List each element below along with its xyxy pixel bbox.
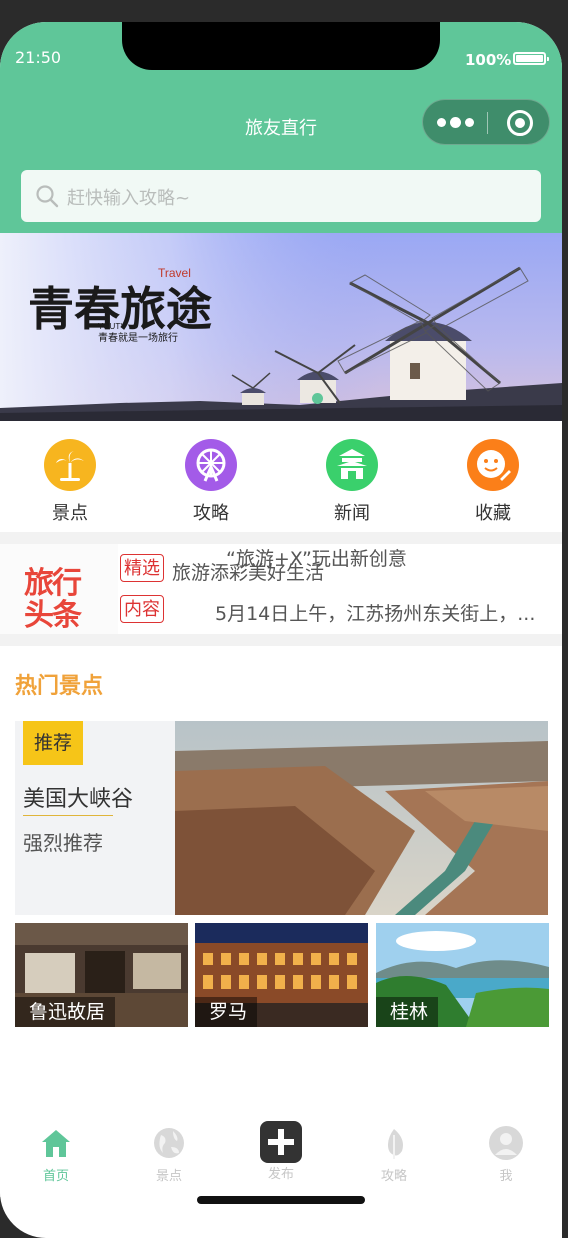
plus-icon: [260, 1121, 302, 1163]
spot-thumb-luxun[interactable]: 鲁迅故居: [15, 923, 188, 1027]
underline: [23, 815, 113, 816]
thumb-label: 鲁迅故居: [15, 997, 116, 1027]
news-tag: 内容: [120, 595, 164, 623]
tab-label: 我: [499, 1169, 513, 1184]
featured-spot-subtitle: 强烈推荐: [23, 831, 103, 855]
target-icon[interactable]: [507, 110, 533, 136]
category-news[interactable]: 新闻: [302, 439, 402, 525]
spot-thumb-guilin[interactable]: 桂林: [376, 923, 549, 1027]
featured-spot-card[interactable]: 推荐 美国大峡谷 强烈推荐: [15, 721, 548, 915]
smiley-pen-icon: [467, 439, 519, 491]
globe-icon: [151, 1125, 187, 1161]
tab-publish[interactable]: 发布: [241, 1121, 321, 1182]
tab-home[interactable]: 首页: [16, 1125, 96, 1184]
battery-percent: 100%: [465, 51, 512, 69]
category-grid: 景点 攻略 新闻 收藏: [0, 421, 562, 531]
user-avatar-icon: [488, 1125, 524, 1161]
category-label: 新闻: [334, 503, 370, 524]
divider: [0, 532, 562, 544]
news-headline[interactable]: 5月14日上午，江苏扬州东关街上，...: [215, 599, 535, 626]
section-title: 热门景点: [15, 674, 104, 699]
search-icon: [36, 185, 59, 208]
divider: [0, 634, 562, 646]
carousel-indicator-dot[interactable]: [312, 393, 323, 404]
tab-guide[interactable]: 攻略: [354, 1125, 434, 1184]
banner-image: 青春旅途 Travel YOUTY 青春就是一场旅行: [0, 233, 562, 421]
ferris-wheel-icon: [185, 439, 237, 491]
thumb-label: 桂林: [376, 997, 439, 1027]
tab-label: 景点: [155, 1169, 182, 1184]
tab-label: 攻略: [380, 1169, 407, 1184]
capsule-divider: [487, 112, 488, 134]
tab-scenic[interactable]: 景点: [129, 1125, 209, 1184]
banner-tag: Travel: [158, 266, 191, 280]
recommend-badge: 推荐: [23, 721, 83, 765]
home-icon: [38, 1125, 74, 1161]
category-label: 景点: [52, 503, 88, 524]
banner-brand: YOUTY: [98, 322, 126, 331]
notch: [122, 22, 440, 70]
search-bar[interactable]: 赶快输入攻略~: [21, 170, 541, 222]
tab-me[interactable]: 我: [466, 1125, 546, 1184]
spot-thumb-rome[interactable]: 罗马: [195, 923, 368, 1027]
featured-spot-image: [175, 721, 548, 915]
category-guide[interactable]: 攻略: [161, 439, 261, 525]
category-label: 收藏: [475, 503, 511, 524]
news-tag: 精选: [120, 554, 164, 582]
miniprogram-capsule: [422, 99, 550, 145]
more-dots-icon[interactable]: [437, 112, 477, 132]
category-favorites[interactable]: 收藏: [443, 439, 543, 525]
featured-spot-name: 美国大峡谷: [23, 787, 134, 812]
banner-slogan: 青春就是一场旅行: [98, 331, 178, 344]
tab-label: 发布: [267, 1167, 294, 1182]
temple-icon: [326, 439, 378, 491]
battery-icon: [513, 52, 549, 65]
home-indicator: [197, 1196, 365, 1204]
tab-bar: 首页 景点 发布 攻略 我: [0, 1107, 562, 1197]
leaf-icon: [376, 1125, 412, 1161]
news-headline[interactable]: 旅游添彩美好生活: [172, 558, 324, 585]
tab-label: 首页: [42, 1169, 69, 1184]
category-label: 攻略: [193, 503, 229, 524]
phone-screen: 21:50 100% 旅友直行 赶快输入攻略~ 青春旅途 Travel YOUT…: [0, 22, 562, 1238]
palm-tree-icon: [44, 439, 96, 491]
search-placeholder[interactable]: 赶快输入攻略~: [67, 184, 190, 210]
status-time: 21:50: [15, 48, 62, 67]
travel-headline-logo: 旅行 头条: [0, 544, 118, 634]
news-ticker[interactable]: 旅行 头条 精选 “旅游+X”玩出新创意 旅游添彩美好生活 内容 5月14日上午…: [0, 544, 562, 634]
logo-line2: 头条: [24, 598, 82, 633]
thumb-label: 罗马: [195, 997, 258, 1027]
category-scenic[interactable]: 景点: [20, 439, 120, 525]
banner-carousel[interactable]: 青春旅途 Travel YOUTY 青春就是一场旅行: [0, 233, 562, 421]
